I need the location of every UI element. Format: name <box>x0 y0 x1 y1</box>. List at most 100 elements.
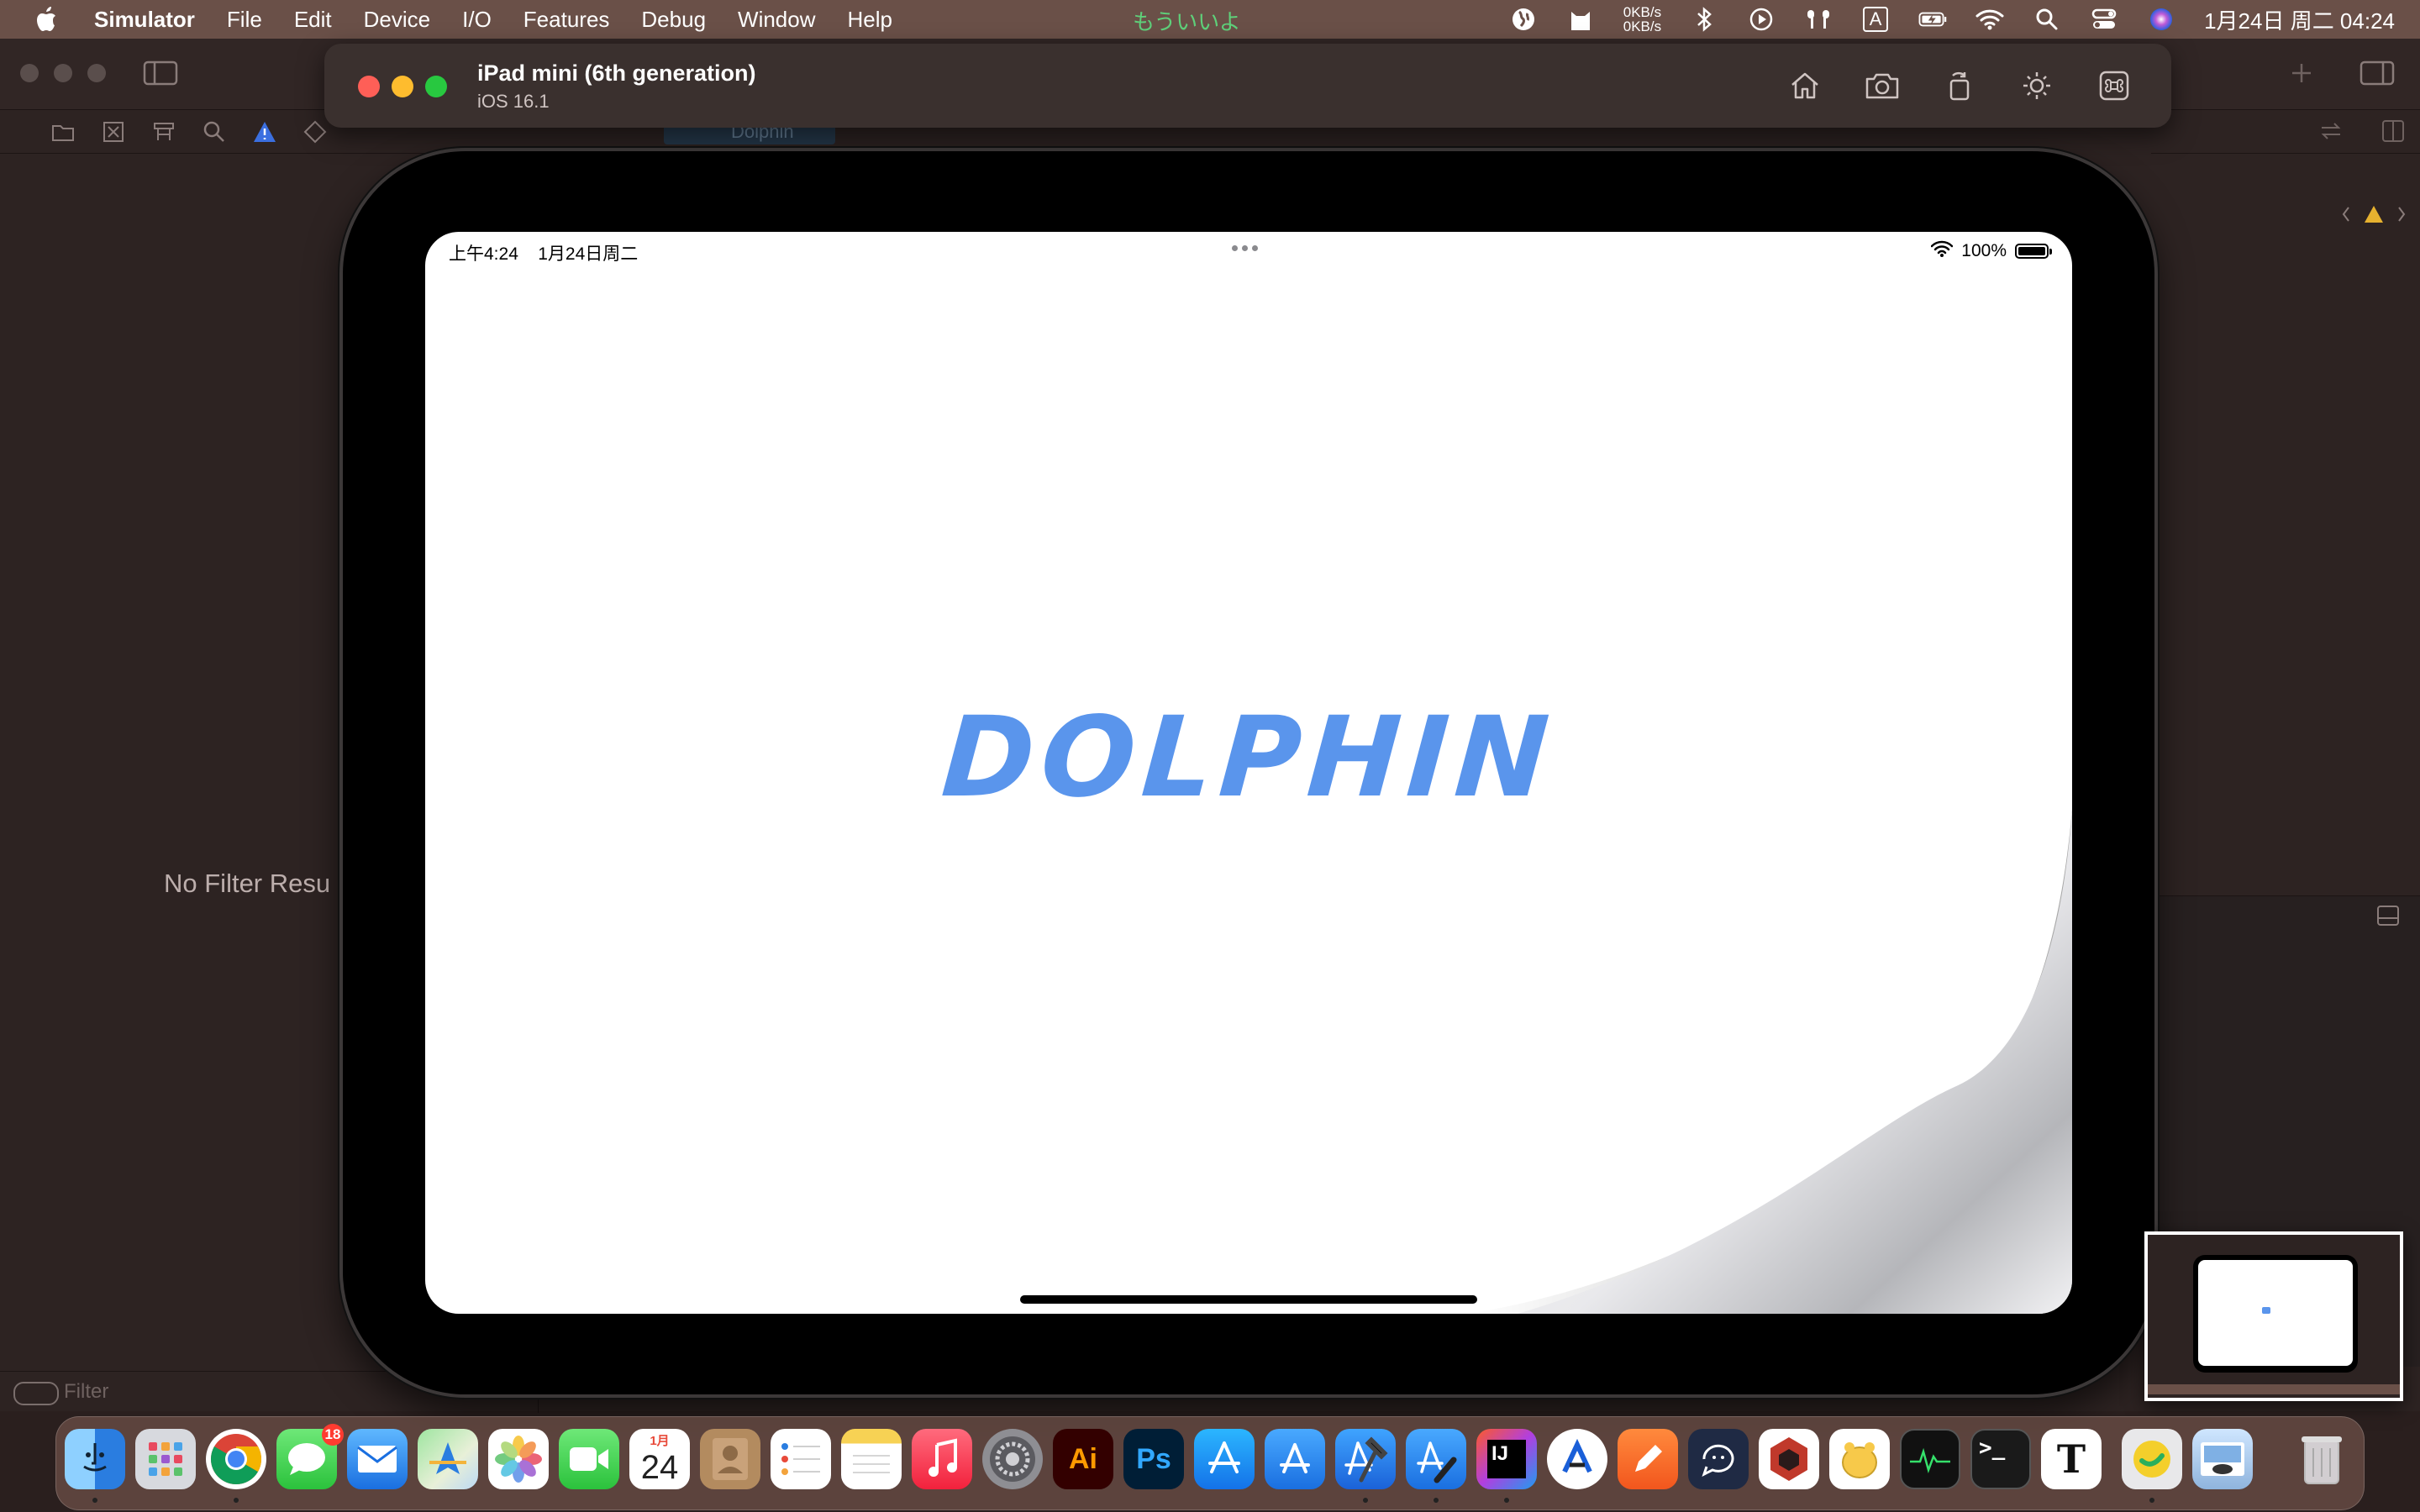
dock-app-store-icon[interactable] <box>1194 1429 1255 1489</box>
find-navigator-icon[interactable] <box>202 119 227 144</box>
simulator-running-dot <box>1434 1498 1439 1503</box>
dock-finder-icon[interactable] <box>65 1429 125 1489</box>
keyboard-command-icon[interactable] <box>2094 66 2134 106</box>
menu-features[interactable]: Features <box>508 7 626 33</box>
screenshot-icon[interactable] <box>1862 66 1902 106</box>
dock-messages-icon[interactable]: 18 <box>276 1424 344 1489</box>
dock-preview-icon[interactable] <box>2192 1429 2253 1489</box>
dock-reminders-icon[interactable] <box>771 1429 831 1489</box>
menubar-clock[interactable]: 1月24日 周二 04:24 <box>2204 4 2395 35</box>
xcode-minimize-button[interactable] <box>54 64 72 82</box>
dock-chat-bubble-icon[interactable] <box>2122 1429 2182 1489</box>
dock-intellij-icon[interactable]: IJ <box>1476 1429 1537 1489</box>
warning-indicator-icon[interactable] <box>2340 203 2407 229</box>
dock-typora-icon[interactable]: T <box>2041 1429 2102 1489</box>
screenshot-thumbnail[interactable] <box>2144 1231 2403 1401</box>
menu-app-name[interactable]: Simulator <box>86 7 211 33</box>
control-center-icon[interactable] <box>2090 5 2118 34</box>
rotate-icon[interactable] <box>1939 66 1980 106</box>
dock-navicat-icon[interactable] <box>1829 1429 1890 1489</box>
menu-debug[interactable]: Debug <box>625 7 722 33</box>
menu-device[interactable]: Device <box>348 7 446 33</box>
multitasking-dots-icon[interactable] <box>1232 245 1258 251</box>
dock-contacts-icon[interactable] <box>700 1429 760 1489</box>
xcode-running-dot <box>1363 1498 1368 1503</box>
dock-trash-icon[interactable] <box>2291 1429 2352 1489</box>
device-name: iPad mini (6th generation) <box>477 60 756 86</box>
dock-maps-icon[interactable] <box>418 1429 478 1489</box>
bluetooth-icon[interactable] <box>1690 5 1718 34</box>
dock-notes-icon[interactable] <box>841 1429 902 1489</box>
play-icon[interactable] <box>1747 5 1776 34</box>
airpods-icon[interactable] <box>1804 5 1833 34</box>
menu-edit[interactable]: Edit <box>278 7 348 33</box>
input-source-icon[interactable]: A <box>1861 5 1890 34</box>
xcode-zoom-button[interactable] <box>87 64 106 82</box>
symbol-navigator-icon[interactable] <box>151 119 176 144</box>
inspector-toggle-icon[interactable] <box>2360 60 2395 90</box>
menu-window[interactable]: Window <box>722 7 831 33</box>
battery-percent: 100% <box>1961 241 2007 260</box>
calendar-month: 1月 <box>650 1434 670 1448</box>
home-icon[interactable] <box>1785 66 1825 106</box>
project-navigator-icon[interactable] <box>50 119 76 144</box>
dock-system-settings-icon[interactable] <box>982 1429 1043 1489</box>
issue-navigator-icon[interactable] <box>252 119 277 144</box>
sidebar-toggle-icon[interactable] <box>143 60 178 90</box>
source-control-navigator-icon[interactable] <box>101 119 126 144</box>
dock-facetime-icon[interactable] <box>559 1429 619 1489</box>
vpn-globe-icon[interactable] <box>1509 5 1538 34</box>
dock-photos-icon[interactable] <box>488 1429 549 1489</box>
appearance-icon[interactable] <box>2017 66 2057 106</box>
swap-icon[interactable] <box>2319 121 2343 145</box>
ios-status-left: 上午4:24 1月24日周二 <box>449 240 638 265</box>
app-logo: DOLPHIN <box>938 693 1560 822</box>
dock-mail-icon[interactable] <box>347 1429 408 1489</box>
minimize-button[interactable] <box>392 76 413 97</box>
apple-menu-icon[interactable] <box>30 4 60 34</box>
home-indicator[interactable] <box>1020 1295 1477 1304</box>
dock-pencil-app-icon[interactable] <box>1618 1429 1678 1489</box>
dock-instruments-icon[interactable] <box>1406 1429 1466 1489</box>
battery-fill <box>2018 247 2045 255</box>
menu-io[interactable]: I/O <box>446 7 508 33</box>
dock: 18 1月 24 Ai Ps IJ >_ T <box>55 1416 2365 1510</box>
network-speed[interactable]: 0KB/s 0KB/s <box>1623 5 1661 34</box>
dock-illustrator-icon[interactable]: Ai <box>1053 1429 1113 1489</box>
dock-xcode-icon[interactable] <box>1335 1429 1396 1489</box>
dock-chat-app-icon[interactable] <box>1688 1429 1749 1489</box>
filter-input[interactable]: Filter <box>64 1380 108 1404</box>
cat-app-icon[interactable] <box>1566 5 1595 34</box>
ipad-screen[interactable]: 上午4:24 1月24日周二 100% DOLPHIN <box>425 232 2072 1314</box>
inspector-header <box>2151 109 2420 154</box>
menubar-center-text[interactable]: もういいよ <box>1133 5 1241 36</box>
dock-chrome-icon[interactable] <box>206 1429 266 1489</box>
test-navigator-icon[interactable] <box>302 119 328 144</box>
menu-file[interactable]: File <box>211 7 278 33</box>
menu-help[interactable]: Help <box>832 7 908 33</box>
dock-launchpad-icon[interactable] <box>135 1429 196 1489</box>
add-editor-icon[interactable] <box>2381 119 2405 147</box>
dock-music-icon[interactable] <box>912 1429 972 1489</box>
dock-simulator-store-icon[interactable] <box>1265 1429 1325 1489</box>
siri-icon[interactable] <box>2147 5 2175 34</box>
filter-options-icon[interactable] <box>13 1382 59 1405</box>
xcode-close-button[interactable] <box>20 64 39 82</box>
wifi-icon[interactable] <box>1975 5 2004 34</box>
dock-editor-icon[interactable] <box>1547 1429 1607 1489</box>
zoom-button[interactable] <box>425 76 447 97</box>
debug-toggle-icon[interactable] <box>2376 905 2400 931</box>
dock-activity-monitor-icon[interactable] <box>1900 1429 1960 1489</box>
battery-charging-icon[interactable] <box>1918 5 1947 34</box>
add-icon[interactable] <box>2289 60 2314 90</box>
dock-photoshop-icon[interactable]: Ps <box>1123 1429 1184 1489</box>
close-button[interactable] <box>358 76 380 97</box>
ios-status-right: 100% <box>1931 240 2052 262</box>
dock-calendar-icon[interactable]: 1月 24 <box>629 1429 690 1489</box>
net-down-text: 0KB/s <box>1623 18 1662 34</box>
dock-hex-app-icon[interactable] <box>1759 1429 1819 1489</box>
spotlight-search-icon[interactable] <box>2033 5 2061 34</box>
ios-date: 1月24日周二 <box>538 244 639 264</box>
dock-terminal-icon[interactable]: >_ <box>1970 1429 2031 1489</box>
battery-icon <box>2015 244 2052 259</box>
